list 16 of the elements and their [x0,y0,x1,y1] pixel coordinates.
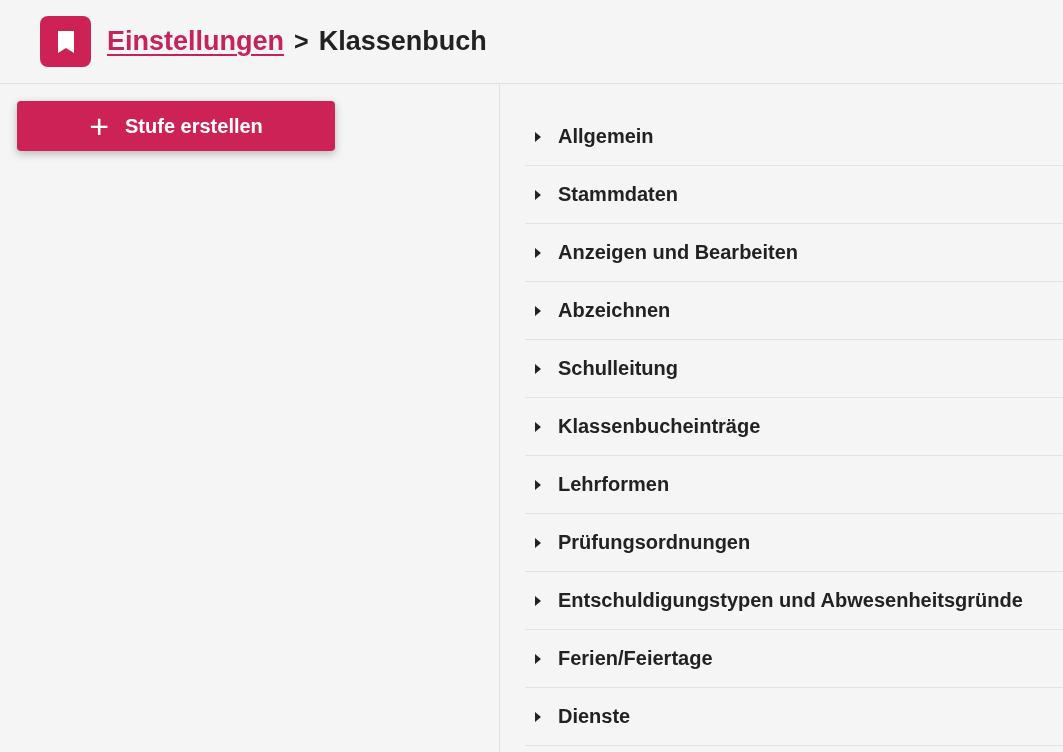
page-title: Klassenbuch [318,26,487,57]
bookmark-icon [40,16,91,67]
accordion-section[interactable]: Schulleitung [525,340,1063,398]
accordion-section[interactable]: Ferien/Feiertage [525,630,1063,688]
create-level-button[interactable]: + Stufe erstellen [17,101,335,151]
accordion-section[interactable]: Dienste [525,688,1063,746]
accordion-section[interactable]: Prüfungsordnungen [525,514,1063,572]
accordion-section[interactable]: Klassenbucheinträge [525,398,1063,456]
breadcrumb-separator: > [294,27,309,56]
accordion-section[interactable]: Abzeichnen [525,282,1063,340]
accordion-section[interactable]: Lehrformen [525,456,1063,514]
breadcrumb-link[interactable]: Einstellungen [107,26,285,57]
accordion-section[interactable]: Entschuldigungstypen und Abwesenheitsgründe [525,572,1063,630]
accordion-section[interactable]: Anzeigen und Bearbeiten [525,224,1063,282]
accordion-section[interactable]: Stammdaten [525,166,1063,224]
accordion-section[interactable]: Allgemein [525,108,1063,166]
